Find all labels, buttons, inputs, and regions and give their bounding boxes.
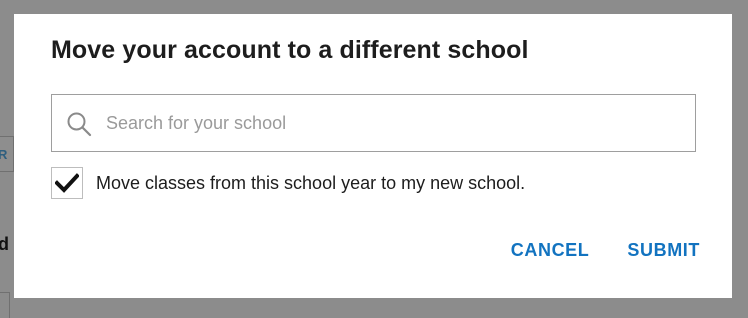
school-search-field[interactable] [51, 94, 696, 152]
dialog-actions: CANCEL SUBMIT [511, 240, 700, 261]
cancel-button[interactable]: CANCEL [511, 240, 590, 261]
background-field [0, 292, 10, 318]
submit-button[interactable]: SUBMIT [627, 240, 700, 261]
checkmark-icon [55, 173, 79, 193]
background-button-letter: R [0, 147, 8, 162]
dialog-title: Move your account to a different school [51, 36, 529, 64]
move-classes-option[interactable]: Move classes from this school year to my… [51, 166, 525, 200]
move-classes-checkbox[interactable] [51, 167, 83, 199]
move-classes-label[interactable]: Move classes from this school year to my… [96, 173, 525, 194]
background-text: d [0, 234, 9, 254]
school-search-input[interactable] [106, 95, 686, 151]
move-school-dialog: Move your account to a different school … [14, 14, 732, 298]
search-icon [67, 112, 92, 137]
